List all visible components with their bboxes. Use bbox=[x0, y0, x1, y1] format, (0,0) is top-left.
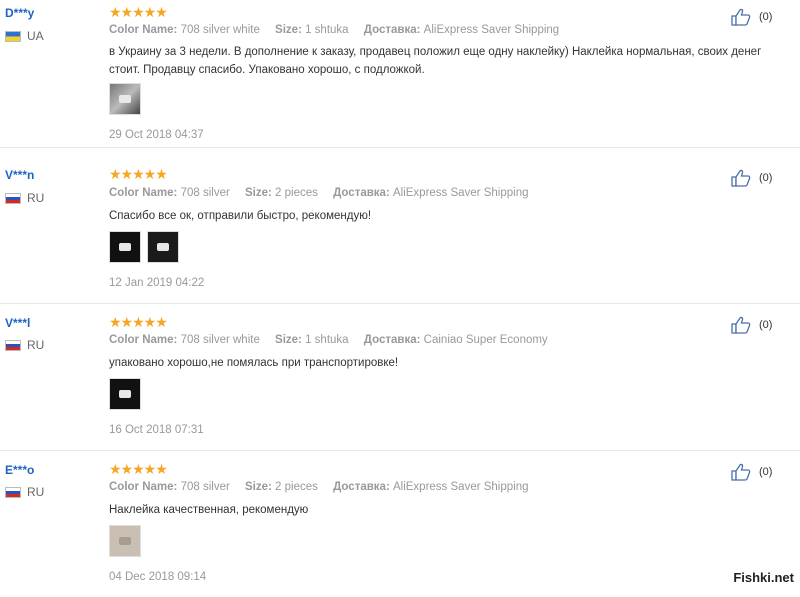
review-photos bbox=[109, 231, 179, 263]
thumbs-up-icon bbox=[731, 169, 751, 187]
color-name-value: 708 silver bbox=[180, 187, 230, 199]
reviewer-name[interactable]: V***l bbox=[5, 316, 30, 330]
size-value: 2 pieces bbox=[275, 187, 318, 199]
review-date: 04 Dec 2018 09:14 bbox=[109, 571, 207, 583]
helpful-button[interactable]: (0) bbox=[731, 169, 772, 187]
reviewer-country: UA bbox=[5, 29, 44, 43]
review-item: V***l RU ★★★★★ Color Name: 708 silver wh… bbox=[0, 303, 800, 451]
flag-ru-icon bbox=[5, 339, 21, 351]
delivery-label: Доставка: bbox=[363, 24, 421, 36]
color-name-label: Color Name: bbox=[109, 334, 178, 346]
order-info: Color Name: 708 silver Size: 2 pieces До… bbox=[109, 187, 541, 199]
size-label: Size: bbox=[245, 481, 272, 493]
order-info: Color Name: 708 silver white Size: 1 sht… bbox=[109, 334, 560, 346]
reviewer-country: RU bbox=[5, 191, 44, 205]
helpful-count: (0) bbox=[759, 466, 773, 478]
review-item: V***n RU ★★★★★ Color Name: 708 silver Si… bbox=[0, 156, 800, 304]
flag-ru-icon bbox=[5, 486, 21, 498]
review-photo-thumbnail[interactable] bbox=[109, 231, 141, 263]
reviewer-country: RU bbox=[5, 338, 44, 352]
thumbs-up-icon bbox=[731, 316, 751, 334]
helpful-count: (0) bbox=[759, 319, 773, 331]
helpful-button[interactable]: (0) bbox=[731, 463, 772, 481]
flag-ru-icon bbox=[5, 192, 21, 204]
country-code: RU bbox=[27, 191, 45, 205]
size-value: 1 shtuka bbox=[305, 334, 349, 346]
delivery-value: AliExpress Saver Shipping bbox=[423, 24, 560, 36]
delivery-label: Доставка: bbox=[333, 187, 390, 199]
size-label: Size: bbox=[275, 334, 302, 346]
country-code: RU bbox=[27, 485, 45, 499]
color-name-value: 708 silver white bbox=[180, 24, 260, 36]
review-text: Наклейка качественная, рекомендую bbox=[109, 504, 309, 516]
size-value: 2 pieces bbox=[275, 481, 318, 493]
review-date: 29 Oct 2018 04:37 bbox=[109, 129, 204, 141]
color-name-label: Color Name: bbox=[109, 481, 178, 493]
country-code: RU bbox=[27, 338, 45, 352]
review-item: E***o RU ★★★★★ Color Name: 708 silver Si… bbox=[0, 450, 800, 597]
size-value: 1 shtuka bbox=[305, 24, 349, 36]
color-name-value: 708 silver white bbox=[180, 334, 260, 346]
reviewer-name[interactable]: D***y bbox=[5, 6, 34, 20]
star-rating: ★★★★★ bbox=[109, 4, 168, 20]
review-photo-thumbnail[interactable] bbox=[109, 525, 141, 557]
star-rating: ★★★★★ bbox=[109, 166, 168, 182]
review-text: Спасибо все ок, отправили быстро, рекоме… bbox=[109, 210, 372, 222]
review-text: в Украину за 3 недели. В дополнение к за… bbox=[109, 46, 762, 76]
delivery-value: Cainiao Super Economy bbox=[423, 334, 548, 346]
helpful-count: (0) bbox=[759, 172, 773, 184]
country-code: UA bbox=[27, 29, 44, 43]
review-date: 16 Oct 2018 07:31 bbox=[109, 424, 204, 436]
color-name-label: Color Name: bbox=[109, 24, 178, 36]
review-photos bbox=[109, 525, 141, 557]
color-name-label: Color Name: bbox=[109, 187, 178, 199]
size-label: Size: bbox=[275, 24, 302, 36]
delivery-value: AliExpress Saver Shipping bbox=[392, 187, 529, 199]
reviewer-country: RU bbox=[5, 485, 44, 499]
review-photos bbox=[109, 83, 141, 115]
order-info: Color Name: 708 silver Size: 2 pieces До… bbox=[109, 481, 541, 493]
delivery-label: Доставка: bbox=[333, 481, 390, 493]
review-item: D***y UA ★★★★★ Color Name: 708 silver wh… bbox=[0, 0, 800, 148]
color-name-value: 708 silver bbox=[180, 481, 230, 493]
review-photo-thumbnail[interactable] bbox=[109, 378, 141, 410]
star-rating: ★★★★★ bbox=[109, 461, 168, 477]
review-photo-thumbnail[interactable] bbox=[147, 231, 179, 263]
delivery-value: AliExpress Saver Shipping bbox=[392, 481, 529, 493]
helpful-button[interactable]: (0) bbox=[731, 316, 772, 334]
reviewer-name[interactable]: E***o bbox=[5, 463, 34, 477]
site-watermark: Fishki.net bbox=[733, 570, 794, 585]
review-date: 12 Jan 2019 04:22 bbox=[109, 277, 205, 289]
thumbs-up-icon bbox=[731, 8, 751, 26]
delivery-label: Доставка: bbox=[363, 334, 421, 346]
thumbs-up-icon bbox=[731, 463, 751, 481]
review-photos bbox=[109, 378, 141, 410]
size-label: Size: bbox=[245, 187, 272, 199]
star-rating: ★★★★★ bbox=[109, 314, 168, 330]
order-info: Color Name: 708 silver white Size: 1 sht… bbox=[109, 24, 571, 36]
helpful-button[interactable]: (0) bbox=[731, 8, 772, 26]
review-text: упаковано хорошо,не помялась при транспо… bbox=[109, 357, 399, 369]
flag-ua-icon bbox=[5, 30, 21, 42]
review-photo-thumbnail[interactable] bbox=[109, 83, 141, 115]
helpful-count: (0) bbox=[759, 11, 773, 23]
reviewer-name[interactable]: V***n bbox=[5, 168, 34, 182]
